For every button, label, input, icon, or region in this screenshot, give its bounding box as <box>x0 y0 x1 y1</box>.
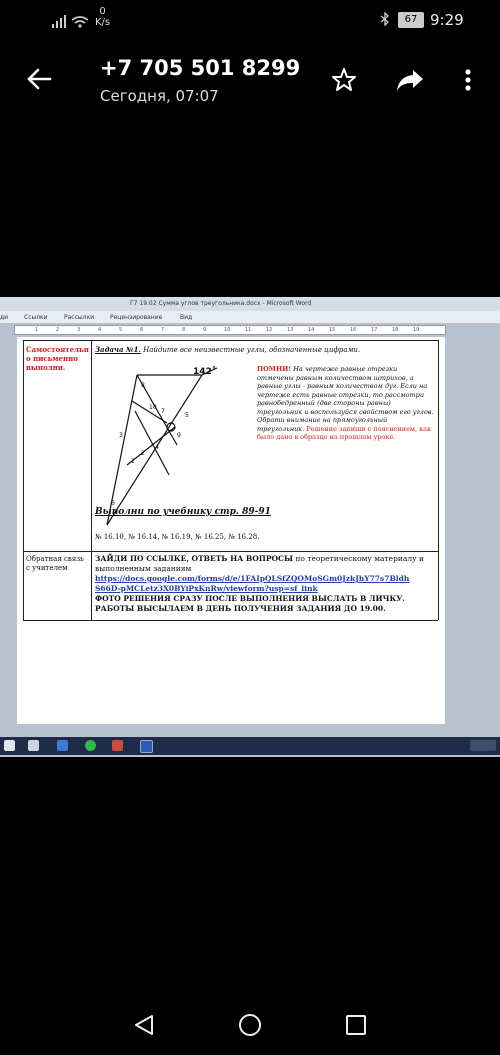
more-vertical-icon[interactable] <box>458 66 478 94</box>
ribbon-tab: Рассылки <box>64 314 94 321</box>
ruler-number: 15 <box>329 327 336 333</box>
angle-label: 142˚ <box>193 366 216 377</box>
ruler-number: 6 <box>140 327 144 333</box>
ruler-number: 18 <box>392 327 399 333</box>
feedback-instructions: ЗАЙДИ ПО ССЫЛКЕ, ОТВЕТЬ НА ВОПРОСЫ по те… <box>95 554 435 614</box>
taskbar-app-icon <box>112 740 123 751</box>
ruler-number: 10 <box>224 327 231 333</box>
word-title-bar: Г7 19.02 Сумма углов треугольника.docx -… <box>0 297 500 311</box>
left-cell-self-study: Самостоятельн о письменно выполни. <box>26 345 89 372</box>
svg-text:1: 1 <box>131 458 135 465</box>
ribbon-tab: Ссылки <box>24 314 48 321</box>
task-heading: Задача №1. Найдите все неизвестные углы,… <box>95 345 435 354</box>
ribbon-tab: Рецензирование <box>110 314 163 321</box>
svg-text:7: 7 <box>161 408 165 415</box>
document-page: Самостоятельн о письменно выполни. Обрат… <box>17 337 445 724</box>
task-text: Найдите все неизвестные углы, обозначенн… <box>143 346 361 354</box>
svg-text:8: 8 <box>141 382 145 389</box>
ruler-number: 13 <box>287 327 294 333</box>
ruler-number: 3 <box>77 327 81 333</box>
submission-deadline: ФОТО РЕШЕНИЯ СРАЗУ ПОСЛЕ ВЫПОЛНЕНИЯ ВЫСЛ… <box>95 594 406 613</box>
svg-text:10: 10 <box>149 404 157 411</box>
network-speed-unit: K/s <box>95 17 111 28</box>
word-app-icon <box>140 740 153 753</box>
recents-square-icon[interactable] <box>345 1014 367 1040</box>
word-ruler: 1 2 3 4 5 6 7 8 9 10 11 12 13 14 15 16 17 18 19 <box>14 325 446 335</box>
svg-text:6: 6 <box>111 500 115 507</box>
ribbon-partial: ди <box>0 314 9 321</box>
ruler-number: 5 <box>119 327 123 333</box>
remember-note: ПОМНИ! На чертеже равные отрезки отмечен… <box>257 365 435 442</box>
android-nav-bar <box>0 995 500 1055</box>
remember-text: На чертеже равные отрезки отмечены равны… <box>257 365 434 433</box>
message-header: +7 705 501 8299 Сегодня, 07:07 <box>0 50 500 120</box>
ruler-number: 19 <box>413 327 420 333</box>
taskbar-app-icon <box>4 740 15 751</box>
ruler-number: 11 <box>245 327 252 333</box>
ruler-number: 17 <box>371 327 378 333</box>
signal-wifi-icons <box>52 14 90 32</box>
battery-icon: 67 <box>398 12 424 28</box>
svg-text:2: 2 <box>141 450 145 457</box>
clock: 9:29 <box>430 11 464 29</box>
remember-label: ПОМНИ! <box>257 365 292 373</box>
form-link-line1: https://docs.google.com/forms/d/e/1FAIpQ… <box>95 574 410 583</box>
svg-text:3: 3 <box>119 432 123 439</box>
ribbon-tab: Вид <box>180 314 193 321</box>
svg-text:9: 9 <box>177 432 181 439</box>
form-link[interactable]: https://docs.google.com/forms/d/e/1FAIpQ… <box>95 574 409 593</box>
network-speed: 0 K/s <box>95 6 110 28</box>
home-circle-icon[interactable] <box>238 1013 262 1041</box>
word-ribbon: ди Ссылки Рассылки Рецензирование Вид <box>0 311 500 323</box>
ruler-number: 7 <box>161 327 165 333</box>
textbook-task: Выполни по учебнику стр. 89-91 <box>95 507 271 517</box>
network-speed-value: 0 <box>99 6 106 17</box>
windows-taskbar <box>0 737 500 755</box>
ruler-number: 12 <box>266 327 273 333</box>
star-icon[interactable] <box>330 66 358 94</box>
ruler-number: 9 <box>203 327 207 333</box>
share-arrow-icon[interactable] <box>395 66 425 94</box>
contact-phone-number: +7 705 501 8299 <box>100 56 301 80</box>
tray-icon <box>470 740 496 751</box>
whatsapp-icon <box>85 740 96 751</box>
task-title: Задача №1. <box>95 345 141 354</box>
back-triangle-icon[interactable] <box>133 1014 155 1040</box>
taskbar-app-icon <box>57 740 68 751</box>
form-link-line2: S66D-pMCLetz3X0BYiPxKnRw/viewform?usp=sf… <box>95 584 318 593</box>
ruler-number: 4 <box>98 327 102 333</box>
ruler-number: 8 <box>182 327 186 333</box>
ruler-number: 14 <box>308 327 315 333</box>
bluetooth-icon <box>380 11 390 30</box>
message-date: Сегодня, 07:07 <box>100 87 219 105</box>
exercise-list: № 16.10, № 16.14, № 16.19, № 16.25, № 16… <box>95 533 260 541</box>
taskbar-app-icon <box>28 740 39 751</box>
back-arrow-icon[interactable] <box>24 64 54 94</box>
word-window-title: Г7 19.02 Сумма углов треугольника.docx -… <box>130 300 312 307</box>
instruction-bold: ЗАЙДИ ПО ССЫЛКЕ, ОТВЕТЬ НА ВОПРОСЫ <box>95 554 294 563</box>
svg-text:4: 4 <box>155 444 159 451</box>
attached-image[interactable]: Г7 19.02 Сумма углов треугольника.docx -… <box>0 297 500 757</box>
svg-text:5: 5 <box>185 412 189 419</box>
ruler-number: 2 <box>56 327 60 333</box>
status-bar: 0 K/s 67 9:29 <box>0 0 500 40</box>
left-cell-feedback: Обратная связь с учителем <box>26 555 84 572</box>
ruler-number: 1 <box>35 327 39 333</box>
ruler-number: 16 <box>350 327 357 333</box>
